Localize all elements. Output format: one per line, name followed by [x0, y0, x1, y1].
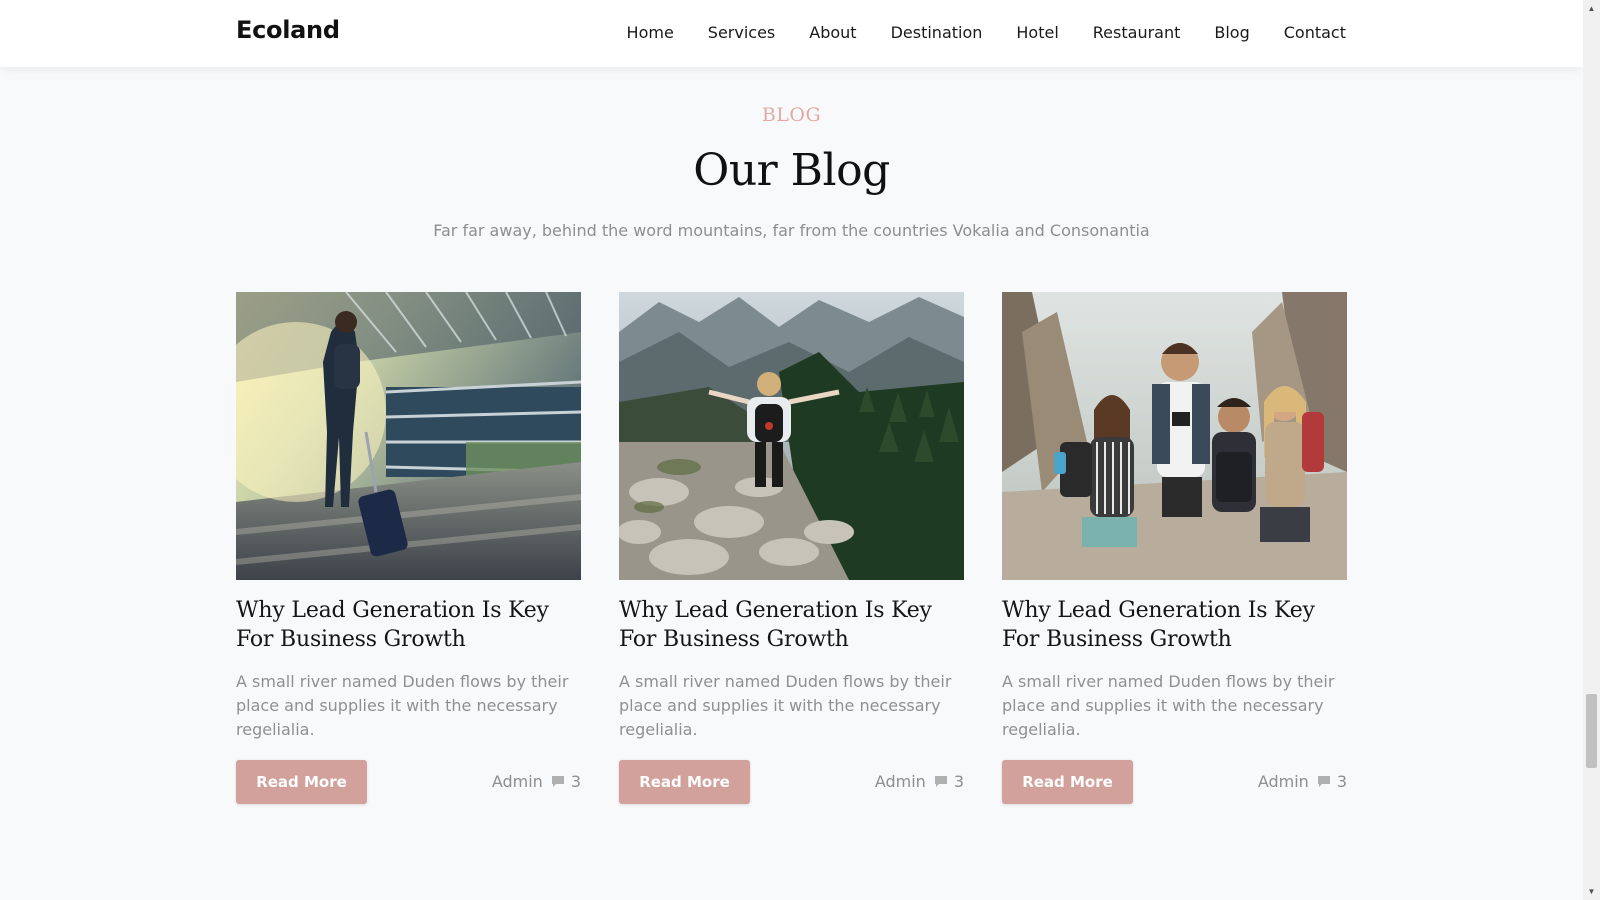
author-link[interactable]: Admin: [1258, 772, 1309, 791]
blog-card-excerpt: A small river named Duden flows by their…: [1002, 672, 1335, 739]
nav-destination[interactable]: Destination: [891, 22, 983, 44]
author-link[interactable]: Admin: [875, 772, 926, 791]
comment-count[interactable]: 3: [1337, 772, 1347, 791]
blog-card: Why Lead Generation Is Key For Business …: [1002, 292, 1347, 804]
chat-bubble-icon: [1317, 776, 1330, 787]
hiker-photo: [619, 292, 964, 580]
blog-card-image-hiker[interactable]: [619, 292, 964, 580]
scroll-up-arrow-icon[interactable]: ▲: [1583, 0, 1600, 17]
blog-card-title[interactable]: Why Lead Generation Is Key For Business …: [236, 596, 581, 654]
scroll-down-arrow-icon[interactable]: ▼: [1583, 883, 1600, 900]
traveler-photo: [236, 292, 581, 580]
scrollbar-thumb[interactable]: [1586, 694, 1597, 768]
vertical-scrollbar[interactable]: ▲ ▼: [1583, 0, 1600, 900]
blog-card-title[interactable]: Why Lead Generation Is Key For Business …: [619, 596, 964, 654]
page: Ecoland Home Services About Destination …: [0, 0, 1583, 900]
section-subtitle: Far far away, behind the word mountains,…: [433, 221, 1150, 240]
nav-restaurant[interactable]: Restaurant: [1093, 22, 1181, 44]
blog-card-footer: Read More Admin 3: [1002, 760, 1347, 804]
section-eyebrow: BLOG: [761, 104, 822, 126]
nav-blog[interactable]: Blog: [1214, 22, 1249, 44]
chat-bubble-icon: [551, 776, 564, 787]
brand-logo[interactable]: Ecoland: [236, 16, 340, 44]
nav-about[interactable]: About: [809, 22, 856, 44]
nav-services[interactable]: Services: [708, 22, 775, 44]
blog-card-image-traveler[interactable]: [236, 292, 581, 580]
read-more-button[interactable]: Read More: [236, 760, 367, 804]
blog-card: Why Lead Generation Is Key For Business …: [619, 292, 964, 804]
blog-card-footer: Read More Admin 3: [619, 760, 964, 804]
nav-hotel[interactable]: Hotel: [1016, 22, 1058, 44]
blog-card: Why Lead Generation Is Key For Business …: [236, 292, 581, 804]
blog-card-title[interactable]: Why Lead Generation Is Key For Business …: [1002, 596, 1347, 654]
author-link[interactable]: Admin: [492, 772, 543, 791]
blog-card-excerpt: A small river named Duden flows by their…: [619, 672, 952, 739]
blog-card-meta: Admin 3: [492, 772, 581, 791]
site-header: Ecoland Home Services About Destination …: [0, 0, 1583, 67]
blog-card-excerpt: A small river named Duden flows by their…: [236, 672, 569, 739]
blog-card-meta: Admin 3: [875, 772, 964, 791]
main-nav: Home Services About Destination Hotel Re…: [627, 22, 1346, 44]
blog-card-image-group[interactable]: [1002, 292, 1347, 580]
nav-contact[interactable]: Contact: [1284, 22, 1346, 44]
chat-bubble-icon: [934, 776, 947, 787]
blog-card-footer: Read More Admin 3: [236, 760, 581, 804]
nav-home[interactable]: Home: [627, 22, 674, 44]
comment-count[interactable]: 3: [571, 772, 581, 791]
section-title: Our Blog: [693, 145, 890, 196]
blog-card-meta: Admin 3: [1258, 772, 1347, 791]
group-hikers-photo: [1002, 292, 1347, 580]
read-more-button[interactable]: Read More: [619, 760, 750, 804]
read-more-button[interactable]: Read More: [1002, 760, 1133, 804]
comment-count[interactable]: 3: [954, 772, 964, 791]
